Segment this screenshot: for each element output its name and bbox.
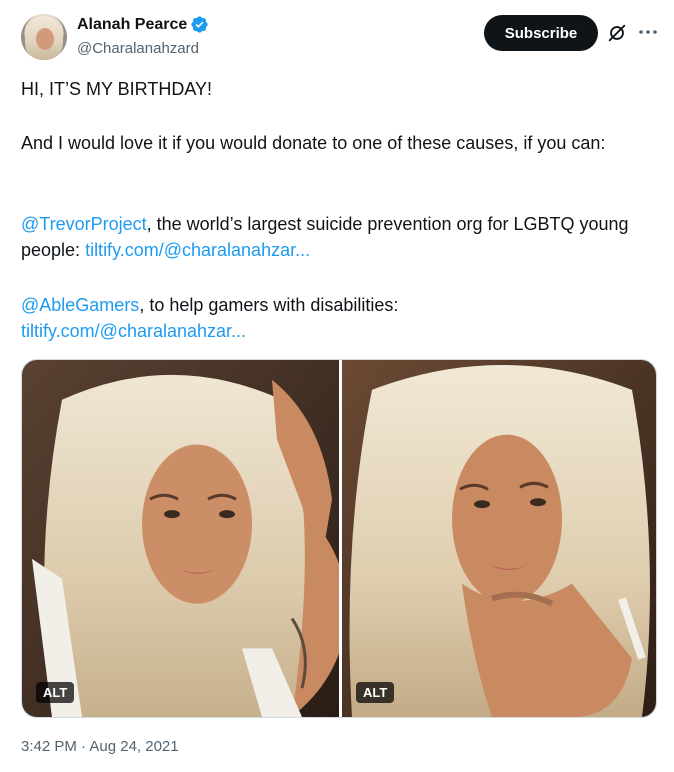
author-handle[interactable]: @Charalanahzard <box>77 40 199 57</box>
author-display-name[interactable]: Alanah Pearce <box>77 16 187 34</box>
avatar-face <box>36 28 54 50</box>
photo-2[interactable]: ALT <box>342 360 656 717</box>
tweet-text-line-1: HI, IT’S MY BIRTHDAY! <box>21 79 213 99</box>
cause-2-text: , to help gamers with disabilities: <box>139 295 399 315</box>
tweet-cause-2: @AbleGamers, to help gamers with disabil… <box>21 292 651 344</box>
subscribe-button[interactable]: Subscribe <box>484 15 598 51</box>
author-name-row[interactable]: Alanah Pearce <box>77 15 209 34</box>
tweet-cause-1: @TrevorProject, the world’s largest suic… <box>21 211 651 263</box>
photo-1[interactable]: ALT <box>22 360 339 717</box>
avatar[interactable] <box>21 14 67 60</box>
alt-badge-2[interactable]: ALT <box>356 682 395 703</box>
photo-1-image <box>22 360 339 717</box>
photo-2-image <box>342 360 656 717</box>
alt-badge-1[interactable]: ALT <box>36 682 75 703</box>
tweet-timestamp[interactable]: 3:42 PM · Aug 24, 2021 <box>21 738 179 755</box>
mention-trevorproject[interactable]: @TrevorProject <box>21 214 147 234</box>
mention-ablegamers[interactable]: @AbleGamers <box>21 295 139 315</box>
tweet-text-line-2: And I would love it if you would donate … <box>21 133 606 153</box>
link-tiltify-1[interactable]: tiltify.com/@charalanahzar... <box>85 240 310 260</box>
more-icon[interactable] <box>636 20 660 44</box>
media-grid: ALT ALT <box>21 359 657 718</box>
link-tiltify-2[interactable]: tiltify.com/@charalanahzar... <box>21 321 246 341</box>
verified-badge-icon <box>191 16 208 33</box>
grok-icon[interactable] <box>606 22 628 44</box>
tweet-card: Alanah Pearce @Charalanahzard Subscribe … <box>0 0 674 772</box>
